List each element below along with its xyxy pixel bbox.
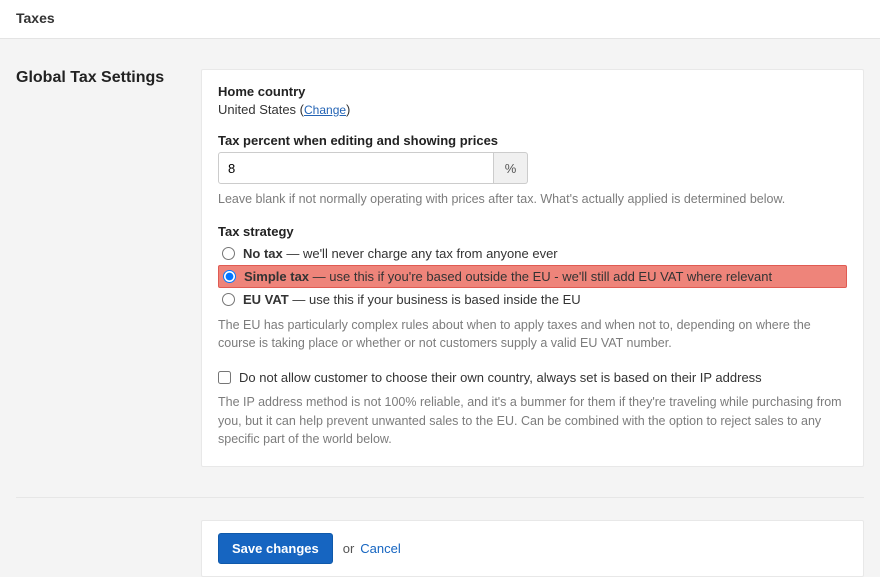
tax-percent-help: Leave blank if not normally operating wi… (218, 190, 847, 208)
save-button[interactable]: Save changes (218, 533, 333, 564)
tax-strategy-option[interactable]: EU VAT — use this if your business is ba… (218, 289, 847, 310)
tax-strategy-option-name: EU VAT (243, 292, 289, 307)
home-country-label: Home country (218, 84, 847, 99)
section-divider (16, 497, 864, 498)
home-country-value: United States (218, 102, 296, 117)
ip-lock-row[interactable]: Do not allow customer to choose their ow… (218, 368, 847, 387)
tax-strategy-option[interactable]: Simple tax — use this if you're based ou… (218, 265, 847, 288)
home-country-block: Home country United States (Change) (218, 84, 847, 117)
page-title: Taxes (16, 10, 864, 26)
percent-addon: % (494, 152, 528, 184)
tax-strategy-option-name: Simple tax (244, 269, 309, 284)
section-sidebar: Global Tax Settings (16, 69, 201, 87)
tax-strategy-block: Tax strategy No tax — we'll never charge… (218, 224, 847, 352)
tax-strategy-radio[interactable] (222, 247, 235, 260)
tax-strategy-option-desc: — use this if your business is based ins… (289, 292, 581, 307)
ip-lock-help: The IP address method is not 100% reliab… (218, 393, 847, 447)
tax-strategy-options: No tax — we'll never charge any tax from… (218, 243, 847, 310)
change-country-link[interactable]: Change (304, 103, 346, 117)
section-title: Global Tax Settings (16, 69, 189, 87)
tax-strategy-option-desc: — use this if you're based outside the E… (309, 269, 772, 284)
ip-lock-checkbox[interactable] (218, 371, 231, 384)
tax-strategy-help: The EU has particularly complex rules ab… (218, 316, 847, 352)
tax-strategy-label: Tax strategy (218, 224, 847, 239)
tax-percent-input[interactable] (218, 152, 494, 184)
actions-panel: Save changes or Cancel (201, 520, 864, 577)
tax-strategy-option-desc: — we'll never charge any tax from anyone… (283, 246, 558, 261)
settings-panel: Home country United States (Change) Tax … (201, 69, 864, 467)
ip-lock-block: Do not allow customer to choose their ow… (218, 368, 847, 447)
page-header: Taxes (0, 0, 880, 39)
tax-strategy-option-name: No tax (243, 246, 283, 261)
tax-strategy-option[interactable]: No tax — we'll never charge any tax from… (218, 243, 847, 264)
tax-strategy-radio[interactable] (222, 293, 235, 306)
cancel-link[interactable]: Cancel (360, 541, 400, 556)
tax-strategy-radio[interactable] (223, 270, 236, 283)
ip-lock-label: Do not allow customer to choose their ow… (239, 370, 762, 385)
tax-percent-label: Tax percent when editing and showing pri… (218, 133, 847, 148)
or-text: or (343, 541, 355, 556)
tax-percent-block: Tax percent when editing and showing pri… (218, 133, 847, 208)
